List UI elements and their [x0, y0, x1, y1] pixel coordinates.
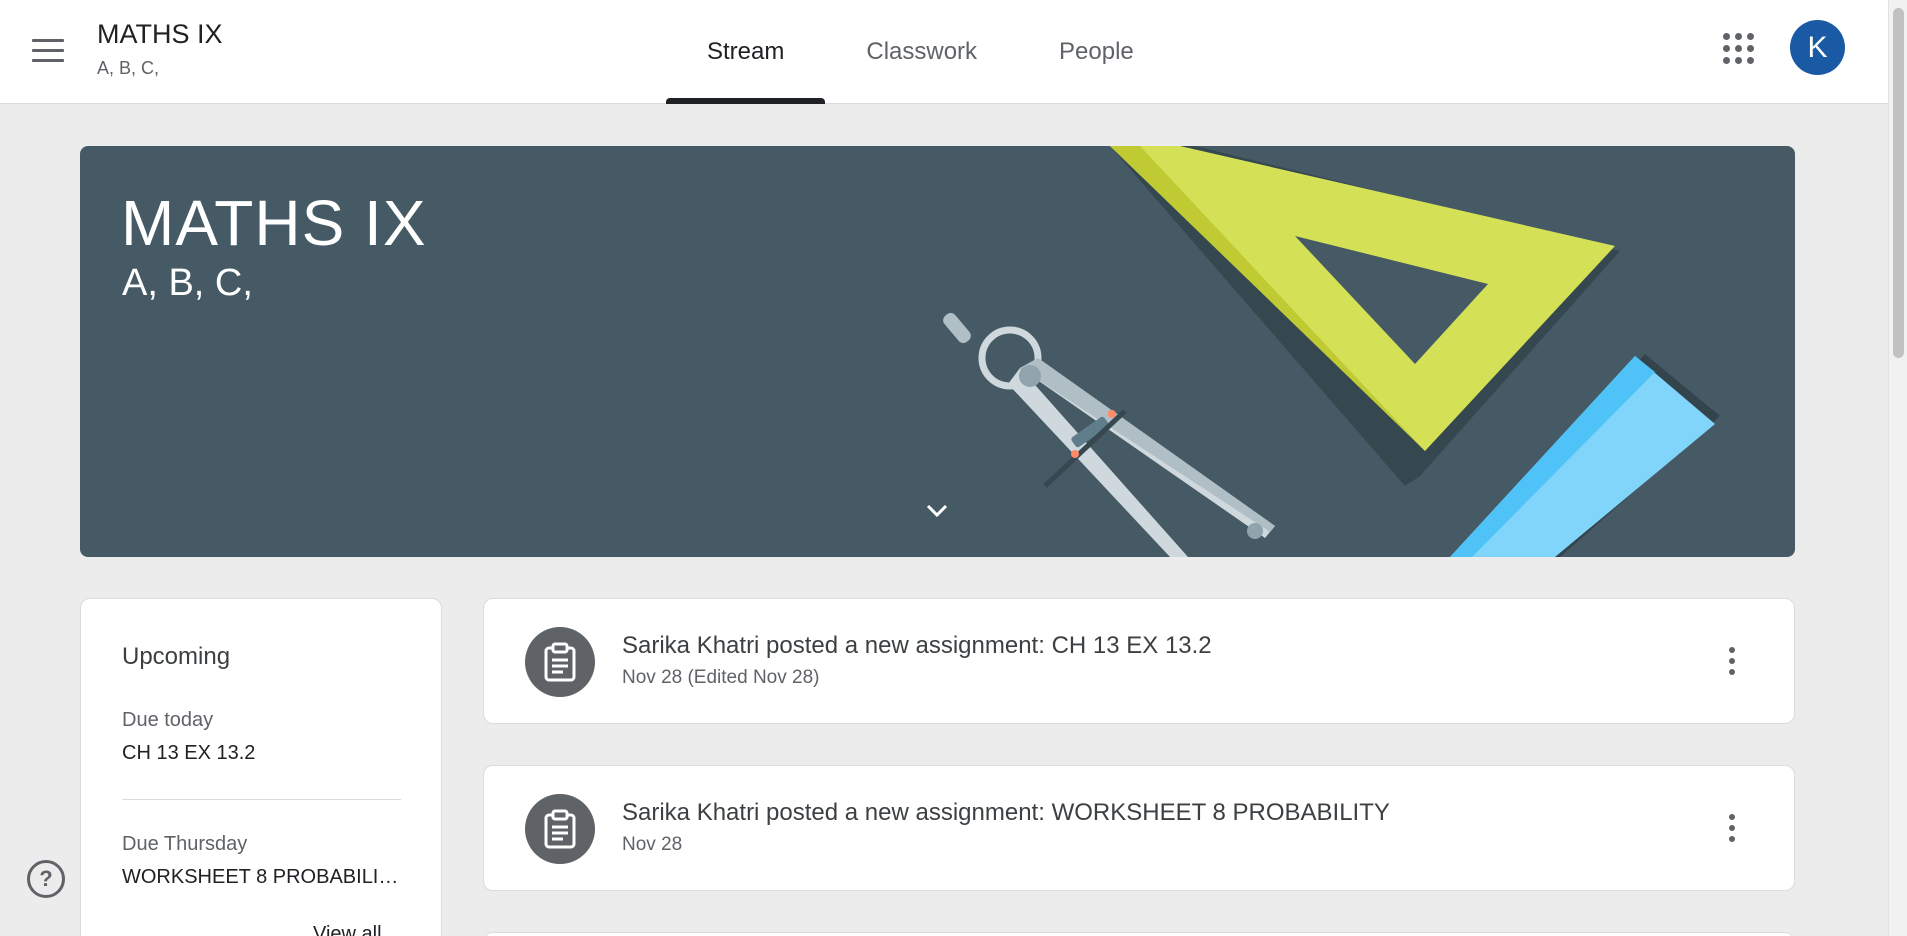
post-date: Nov 28: [622, 834, 683, 855]
divider: [122, 799, 401, 800]
upcoming-title: Upcoming: [122, 643, 231, 670]
banner-title: MATHS IX: [121, 187, 427, 259]
due-label: Due today: [122, 709, 214, 731]
due-label: Due Thursday: [122, 833, 248, 855]
class-tabs: Stream Classwork People: [666, 0, 1175, 104]
post-date: Nov 28 (Edited Nov 28): [622, 667, 820, 688]
assignment-icon: [525, 627, 595, 697]
stream-post[interactable]: Sarika Khatri posted a new assignment: W…: [483, 765, 1795, 891]
help-icon[interactable]: ?: [27, 860, 65, 898]
assignment-icon: [525, 794, 595, 864]
hamburger-icon-line: [32, 48, 64, 52]
post-title: Sarika Khatri posted a new assignment: W…: [622, 799, 1390, 826]
tab-people[interactable]: People: [1018, 0, 1175, 104]
scrollbar-thumb[interactable]: [1893, 8, 1904, 358]
class-sections: A, B, C,: [97, 58, 160, 78]
upcoming-item[interactable]: WORKSHEET 8 PROBABILITY: [122, 866, 402, 889]
main-menu-button[interactable]: [26, 28, 70, 72]
banner-subtitle: A, B, C,: [122, 262, 253, 304]
expand-chevron-icon[interactable]: [920, 494, 954, 528]
class-title[interactable]: MATHS IX: [97, 19, 223, 50]
account-avatar[interactable]: K: [1790, 20, 1845, 75]
upcoming-card: Upcoming Due today CH 13 EX 13.2 Due Thu…: [80, 598, 442, 936]
hamburger-icon-line: [32, 58, 64, 62]
stream-post-partial[interactable]: [483, 932, 1795, 936]
hamburger-icon: [32, 38, 64, 42]
tab-classwork[interactable]: Classwork: [825, 0, 1018, 104]
more-options-icon[interactable]: [1710, 639, 1754, 683]
class-banner: MATHS IX A, B, C,: [80, 146, 1795, 557]
top-app-bar: MATHS IX A, B, C, Stream Classwork Peopl…: [0, 0, 1888, 104]
tab-stream[interactable]: Stream: [666, 0, 826, 104]
upcoming-item[interactable]: CH 13 EX 13.2: [122, 742, 255, 765]
more-options-icon[interactable]: [1710, 806, 1754, 850]
post-title: Sarika Khatri posted a new assignment: C…: [622, 632, 1212, 659]
page-scrollbar[interactable]: [1888, 0, 1907, 936]
stream-post[interactable]: Sarika Khatri posted a new assignment: C…: [483, 598, 1795, 724]
google-apps-grid-icon[interactable]: [1718, 28, 1758, 68]
view-all-link[interactable]: View all: [313, 923, 382, 936]
